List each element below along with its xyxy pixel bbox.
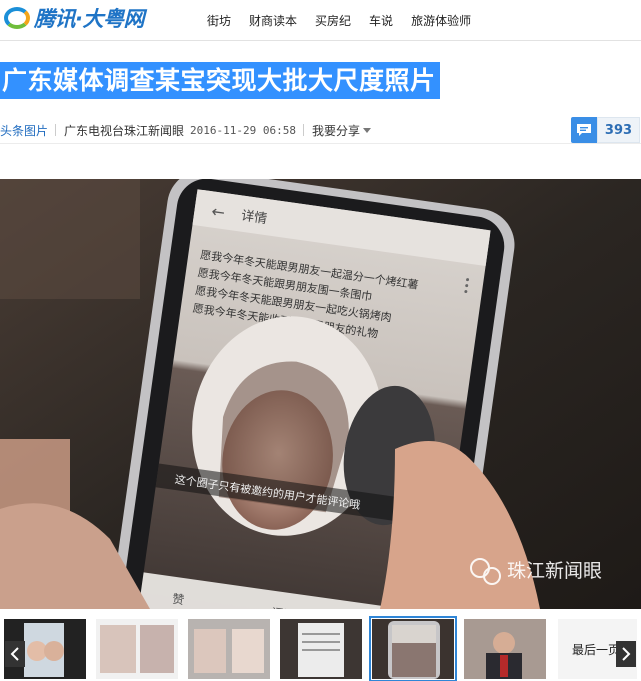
article-timestamp: 2016-11-29 06:58	[190, 123, 296, 137]
site-logo[interactable]: 腾讯·大粤网	[2, 3, 144, 33]
screen-like: 赞	[171, 592, 185, 608]
thumbnail-next-button[interactable]	[616, 641, 636, 667]
nav-item-maifang[interactable]: 买房纪	[315, 12, 351, 29]
main-photo[interactable]: ← 详情 愿我今年冬天能跟男朋友一起温分一个烤红薯 愿我今年冬天能跟男朋友围一条…	[0, 179, 641, 609]
share-label: 我要分享	[312, 123, 361, 138]
comment-bubble-icon	[571, 117, 597, 143]
chevron-down-icon	[363, 127, 372, 133]
thumbnail-2[interactable]	[96, 619, 178, 679]
share-dropdown[interactable]: 我要分享	[312, 122, 372, 139]
top-header: 腾讯·大粤网 街坊 财商读本 买房纪 车说 旅游体验师	[0, 0, 641, 41]
article-meta: 头条图片 广东电视台珠江新闻眼 2016-11-29 06:58 我要分享	[0, 118, 641, 142]
thumbnail-5-active[interactable]	[369, 616, 457, 681]
article-title: 广东媒体调查某宝突现大批大尺度照片	[0, 62, 440, 99]
nav-item-jiefang[interactable]: 街坊	[207, 12, 231, 29]
comment-count: 393	[597, 117, 640, 143]
thumbnail-6[interactable]	[464, 619, 546, 679]
chevron-right-icon	[622, 647, 631, 661]
watermark-text: 珠江新闻眼	[507, 560, 602, 582]
article-title-wrap: 广东媒体调查某宝突现大批大尺度照片	[0, 62, 440, 99]
article-category-link[interactable]: 头条图片	[0, 122, 48, 139]
comment-count-button[interactable]: 393	[571, 117, 640, 143]
thumbnail-3[interactable]	[188, 619, 270, 679]
thumbnail-4[interactable]	[280, 619, 362, 679]
meta-divider-line	[0, 143, 641, 144]
meta-divider	[55, 124, 57, 136]
svg-text:←: ←	[210, 201, 226, 222]
nav-item-cheshuo[interactable]: 车说	[369, 12, 393, 29]
last-page-label: 最后一页	[572, 642, 621, 657]
meta-divider	[303, 124, 304, 136]
chevron-left-icon	[10, 647, 19, 661]
thumbnail-strip: 最后一页	[0, 609, 641, 681]
article-source: 广东电视台珠江新闻眼	[64, 123, 185, 138]
top-nav: 街坊 财商读本 买房纪 车说 旅游体验师	[197, 0, 471, 40]
thumbnail-prev-button[interactable]	[5, 641, 25, 667]
nav-item-lvyou[interactable]: 旅游体验师	[411, 12, 471, 29]
tencent-logo-icon	[2, 3, 32, 33]
nav-item-caishang[interactable]: 财商读本	[249, 12, 297, 29]
site-brand-name: 腾讯·大粤网	[34, 7, 144, 31]
